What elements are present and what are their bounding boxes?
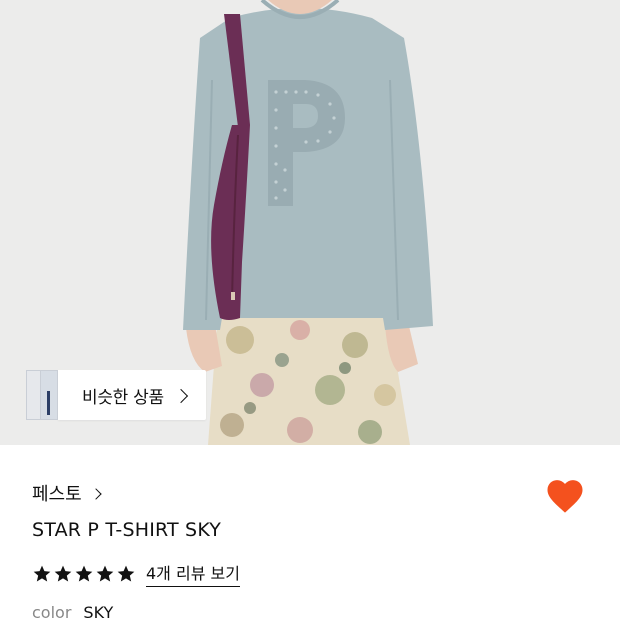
reviews-link[interactable]: 4개 리뷰 보기 xyxy=(146,560,240,587)
brand-link[interactable]: 페스토 xyxy=(32,480,102,506)
star-icon xyxy=(33,565,51,581)
product-detail-page: 비슷한 상품 페스토 STAR P T-SHIRT SKY 4개 리뷰 보기 c… xyxy=(0,0,620,620)
rating-stars xyxy=(32,564,136,584)
chevron-right-icon xyxy=(173,388,188,403)
similar-products-label: 비슷한 상품 xyxy=(82,387,164,408)
chevron-right-icon xyxy=(90,487,102,500)
product-title: STAR P T-SHIRT SKY xyxy=(32,519,222,541)
similar-product-thumbnail xyxy=(40,370,58,420)
star-icon xyxy=(54,565,72,581)
product-image[interactable]: 비슷한 상품 xyxy=(0,0,620,445)
color-option-row: color SKY xyxy=(32,603,113,620)
heart-icon[interactable] xyxy=(545,477,585,515)
similar-products-label-box: 비슷한 상품 xyxy=(58,370,206,420)
color-value: SKY xyxy=(83,603,114,620)
star-icon xyxy=(75,565,93,581)
similar-products-button[interactable]: 비슷한 상품 xyxy=(26,370,206,420)
star-icon xyxy=(96,565,114,581)
similar-products-thumbnails xyxy=(26,370,64,420)
color-label: color xyxy=(32,603,72,620)
brand-name: 페스토 xyxy=(32,484,82,505)
rating-row: 4개 리뷰 보기 xyxy=(32,560,240,587)
star-icon xyxy=(117,565,135,581)
